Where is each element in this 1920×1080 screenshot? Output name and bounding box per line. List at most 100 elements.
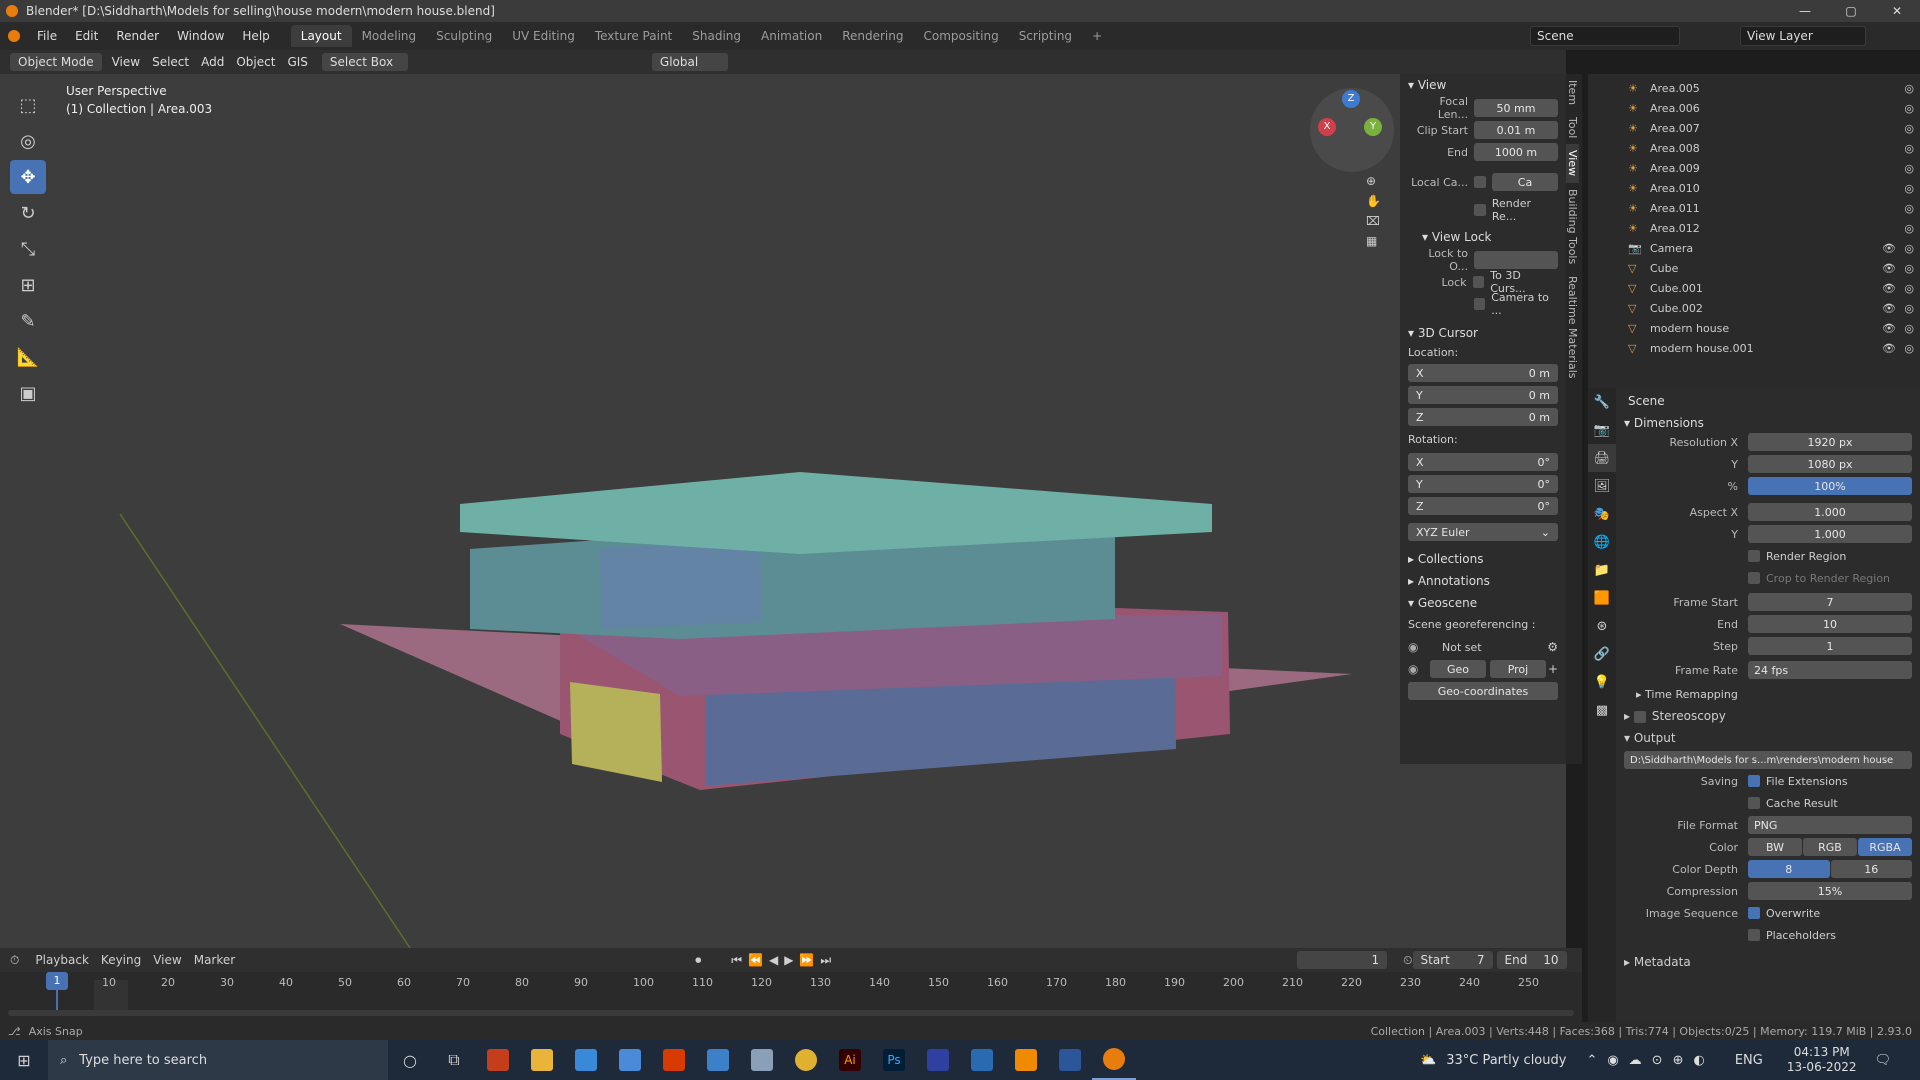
- gizmo-x-icon[interactable]: X: [1318, 118, 1336, 136]
- cortana-icon[interactable]: ○: [388, 1040, 432, 1080]
- playback-menu[interactable]: Playback: [29, 953, 95, 967]
- notification-icon[interactable]: 🗨: [1875, 1053, 1892, 1068]
- constraints-props-icon[interactable]: 🔗: [1588, 640, 1616, 668]
- outliner-row[interactable]: ☀ Area.007 ◎: [1588, 118, 1920, 138]
- tab-layout[interactable]: Layout: [290, 25, 352, 47]
- minimize-button[interactable]: —: [1782, 0, 1828, 22]
- tab-tool[interactable]: Tool: [1566, 111, 1579, 144]
- tab-rendering[interactable]: Rendering: [832, 25, 913, 47]
- outliner-row[interactable]: 📷 Camera 👁 ◎: [1588, 238, 1920, 258]
- word-icon[interactable]: [1048, 1040, 1092, 1080]
- maximize-button[interactable]: ▢: [1828, 0, 1874, 22]
- add-workspace-icon[interactable]: +: [1082, 25, 1112, 47]
- focal-length-field[interactable]: 50 mm: [1474, 99, 1558, 117]
- tab-uv-editing[interactable]: UV Editing: [502, 25, 585, 47]
- object-props-icon[interactable]: 🟧: [1588, 584, 1616, 612]
- object-menu[interactable]: Object: [230, 55, 281, 69]
- tab-modeling[interactable]: Modeling: [352, 25, 427, 47]
- playback-controls[interactable]: ⏮⏪◀▶⏩⏭: [731, 953, 837, 968]
- timeline[interactable]: 1 10 20 30 40 50 60 70 80 90 100 110 120 130 140 150 16…: [0, 972, 1582, 1022]
- output-path-field[interactable]: D:\Siddharth\Models for s...m\renders\mo…: [1624, 751, 1912, 769]
- outliner-row[interactable]: ☀ Area.011 ◎: [1588, 198, 1920, 218]
- camera-view-icon[interactable]: ⌧: [1366, 214, 1381, 228]
- resolution-percent-field[interactable]: 100%: [1748, 477, 1912, 495]
- outliner-row[interactable]: ▽ modern house 👁 ◎: [1588, 318, 1920, 338]
- select-box-tool-icon[interactable]: ⬚: [10, 88, 46, 122]
- menu-window[interactable]: Window: [168, 29, 233, 43]
- camera-to-view-checkbox[interactable]: [1474, 298, 1486, 310]
- clip-end-field[interactable]: 1000 m: [1474, 143, 1558, 161]
- tab-animation[interactable]: Animation: [751, 25, 832, 47]
- mode-dropdown[interactable]: Object Mode: [10, 53, 102, 71]
- cursor-rot-x-field[interactable]: X 0°: [1408, 453, 1558, 471]
- move-tool-icon[interactable]: ✥: [10, 160, 46, 194]
- app-icon-2[interactable]: [696, 1040, 740, 1080]
- dimensions-header[interactable]: ▾ Dimensions: [1588, 408, 1920, 430]
- tab-sculpting[interactable]: Sculpting: [426, 25, 502, 47]
- store-icon[interactable]: [608, 1040, 652, 1080]
- geoscene-header[interactable]: ▾ Geoscene: [1400, 592, 1566, 614]
- geo-radio-icon[interactable]: ◉: [1408, 662, 1428, 676]
- cursor-rot-z-field[interactable]: Z 0°: [1408, 497, 1558, 515]
- frame-step-field[interactable]: 1: [1748, 637, 1912, 655]
- cursor-z-field[interactable]: Z0 m: [1408, 408, 1558, 426]
- frame-end-field[interactable]: 10: [1748, 615, 1912, 633]
- start-frame-field[interactable]: Start 7: [1412, 951, 1493, 969]
- collections-header[interactable]: ▸ Collections: [1400, 548, 1566, 570]
- local-camera-field[interactable]: Ca: [1492, 173, 1558, 191]
- scene-selector[interactable]: Scene: [1530, 26, 1680, 46]
- view-menu[interactable]: View: [106, 55, 146, 69]
- navigation-gizmo[interactable]: X Y Z: [1310, 88, 1394, 172]
- orientation-dropdown[interactable]: Global: [651, 53, 728, 71]
- tab-scripting[interactable]: Scripting: [1009, 25, 1082, 47]
- cursor-tool-icon[interactable]: ◎: [10, 124, 46, 158]
- timeline-view-menu[interactable]: View: [147, 953, 187, 967]
- time-remapping-header[interactable]: ▸ Time Remapping: [1616, 682, 1920, 701]
- settings-gear-icon[interactable]: ⚙: [1547, 640, 1558, 654]
- aspect-y-field[interactable]: 1.000: [1748, 525, 1912, 543]
- weather-text[interactable]: 33°C Partly cloudy: [1446, 1053, 1566, 1068]
- menu-file[interactable]: File: [28, 29, 66, 43]
- outliner-row[interactable]: ▽ Cube.002 👁 ◎: [1588, 298, 1920, 318]
- gis-menu[interactable]: GIS: [281, 55, 313, 69]
- transform-tool-icon[interactable]: ⊞: [10, 268, 46, 302]
- file-extensions-checkbox[interactable]: [1748, 775, 1760, 787]
- blender-menu-icon[interactable]: [8, 30, 20, 42]
- chrome-icon[interactable]: [784, 1040, 828, 1080]
- stereoscopy-header[interactable]: ▸ Stereoscopy: [1588, 701, 1920, 723]
- annotations-header[interactable]: ▸ Annotations: [1400, 570, 1566, 592]
- photoshop-icon[interactable]: Ps: [872, 1040, 916, 1080]
- clock-icon[interactable]: ⏱: [0, 953, 29, 968]
- file-explorer-icon[interactable]: [520, 1040, 564, 1080]
- system-tray-icons[interactable]: ⌃◉☁⊙⊕◐: [1586, 1053, 1714, 1068]
- metadata-header[interactable]: ▸ Metadata: [1588, 947, 1920, 969]
- view-section-header[interactable]: ▾ View: [1400, 74, 1566, 96]
- tab-building-tools[interactable]: Building Tools: [1566, 183, 1579, 270]
- crop-region-checkbox[interactable]: [1748, 572, 1760, 584]
- scale-tool-icon[interactable]: ⤡: [10, 232, 46, 266]
- not-set-radio-icon[interactable]: ◉: [1408, 640, 1428, 654]
- output-header[interactable]: ▾ Output: [1588, 723, 1920, 745]
- gizmo-y-icon[interactable]: Y: [1364, 118, 1382, 136]
- select-menu[interactable]: Select: [146, 55, 195, 69]
- outliner-row[interactable]: ☀ Area.009 ◎: [1588, 158, 1920, 178]
- add-icon[interactable]: +: [1548, 662, 1558, 676]
- lock-to-object-field[interactable]: [1474, 251, 1558, 269]
- render-region-checkbox[interactable]: [1748, 550, 1760, 562]
- rotation-mode-dropdown[interactable]: XYZ Euler ⌄: [1408, 523, 1558, 541]
- 3d-cursor-header[interactable]: ▾ 3D Cursor: [1400, 322, 1566, 344]
- cursor-rot-y-field[interactable]: Y 0°: [1408, 475, 1558, 493]
- app-icon-3[interactable]: [740, 1040, 784, 1080]
- powerpoint-icon[interactable]: [476, 1040, 520, 1080]
- outliner-row[interactable]: ☀ Area.010 ◎: [1588, 178, 1920, 198]
- outliner-row[interactable]: ☀ Area.008 ◎: [1588, 138, 1920, 158]
- tab-texture-paint[interactable]: Texture Paint: [585, 25, 682, 47]
- measure-tool-icon[interactable]: 📐: [10, 340, 46, 374]
- depth-16-button[interactable]: 16: [1830, 860, 1912, 878]
- resolution-x-field[interactable]: 1920 px: [1748, 433, 1912, 451]
- add-menu[interactable]: Add: [195, 55, 230, 69]
- cursor-y-field[interactable]: Y0 m: [1408, 386, 1558, 404]
- tool-props-icon[interactable]: 🔧: [1588, 388, 1616, 416]
- marker-menu[interactable]: Marker: [188, 953, 241, 967]
- rotate-tool-icon[interactable]: ↻: [10, 196, 46, 230]
